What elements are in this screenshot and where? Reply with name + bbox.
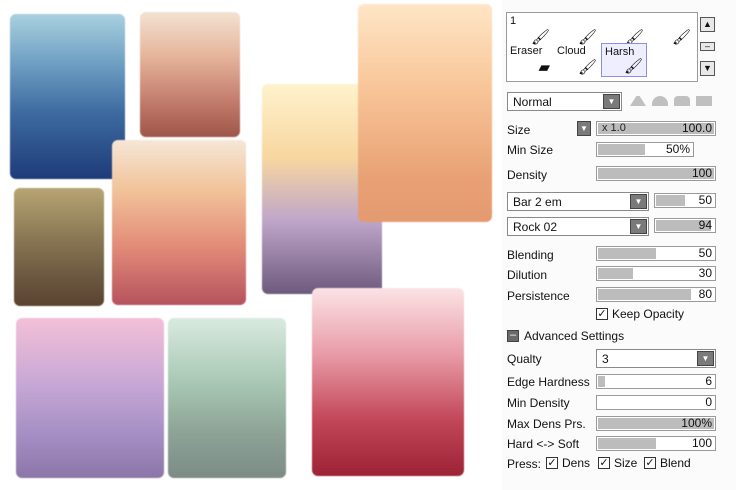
size-label: Size bbox=[507, 123, 531, 137]
blending-label: Blending bbox=[507, 248, 554, 262]
tool-slot-2[interactable]: 🖌 bbox=[554, 13, 600, 47]
eraser-icon: ▰ bbox=[538, 59, 550, 76]
size-range-dropdown[interactable]: ▼ bbox=[577, 121, 591, 136]
chevron-down-icon: ▼ bbox=[630, 219, 647, 234]
persistence-label: Persistence bbox=[507, 289, 570, 303]
size-multiplier: x 1.0 bbox=[602, 122, 626, 134]
hard-soft-value: 100 bbox=[691, 436, 712, 450]
min-density-slider[interactable]: 0 bbox=[596, 395, 716, 410]
min-size-label: Min Size bbox=[507, 143, 554, 157]
color-swatch-lilac bbox=[16, 318, 164, 478]
chevron-down-icon: ▼ bbox=[603, 94, 620, 109]
edge-hardness-value: 6 bbox=[705, 374, 712, 388]
tool-grid: 1 🖌 🖌 🖌 🖌 Eraser ▰ Cloud 🖌 Harsh 🖌 bbox=[506, 12, 698, 82]
hard-soft-label: Hard <-> Soft bbox=[507, 437, 580, 451]
min-size-value: 50% bbox=[665, 142, 690, 156]
slider-fill bbox=[598, 144, 645, 155]
scroll-menu-button[interactable]: – bbox=[700, 42, 715, 51]
tool-label: Cloud bbox=[557, 45, 586, 57]
shape-texture-value: 50 bbox=[698, 193, 712, 207]
painting-canvas[interactable] bbox=[0, 0, 500, 490]
color-swatch-orange bbox=[358, 4, 492, 222]
edge-hardness-label: Edge Hardness bbox=[507, 375, 590, 389]
min-density-label: Min Density bbox=[507, 396, 570, 410]
brush-texture-strength-slider[interactable]: 94 bbox=[654, 218, 716, 233]
color-swatch-peach-red bbox=[112, 140, 246, 305]
scroll-down-button[interactable]: ▼ bbox=[700, 61, 715, 76]
blending-value: 50 bbox=[698, 246, 712, 260]
brush-shape-square[interactable] bbox=[696, 96, 712, 106]
max-dens-prs-label: Max Dens Prs. bbox=[507, 417, 586, 431]
blend-mode-select[interactable]: Normal ▼ bbox=[507, 92, 622, 111]
shape-texture-name: Bar 2 em bbox=[513, 195, 562, 209]
tool-label: 1 bbox=[510, 15, 517, 27]
keep-opacity-label: Keep Opacity bbox=[612, 307, 685, 321]
chevron-down-icon: ▼ bbox=[630, 194, 647, 209]
brush-icon: 🖌 bbox=[671, 29, 691, 46]
size-slider[interactable]: x 1.0 100.0 bbox=[596, 121, 716, 136]
density-label: Density bbox=[507, 168, 548, 182]
press-label: Press: bbox=[507, 457, 542, 471]
min-density-value: 0 bbox=[705, 395, 712, 409]
quality-select[interactable]: 3 ▼ bbox=[596, 349, 716, 368]
collapse-icon[interactable]: – bbox=[507, 330, 519, 342]
brush-shape-round[interactable] bbox=[674, 96, 690, 106]
quality-value: 3 bbox=[602, 352, 609, 366]
min-size-slider[interactable]: 50% bbox=[596, 142, 694, 157]
chevron-down-icon: ▼ bbox=[697, 351, 714, 366]
brush-icon: 🖌 bbox=[623, 58, 643, 75]
edge-hardness-slider[interactable]: 6 bbox=[596, 374, 716, 389]
slider-fill bbox=[598, 268, 633, 279]
shape-texture-strength-slider[interactable]: 50 bbox=[654, 193, 716, 208]
slider-fill bbox=[656, 195, 685, 206]
color-swatch-blue bbox=[10, 14, 125, 179]
persistence-value: 80 bbox=[698, 287, 712, 301]
slider-fill bbox=[598, 289, 691, 300]
press-blend-label: Blend bbox=[660, 456, 691, 470]
slider-fill bbox=[598, 376, 605, 387]
dilution-slider[interactable]: 30 bbox=[596, 266, 716, 281]
scroll-up-button[interactable]: ▲ bbox=[700, 17, 715, 32]
brush-shape-soft[interactable] bbox=[652, 96, 668, 106]
press-dens-checkbox[interactable]: ✓ bbox=[546, 457, 558, 469]
press-dens-label: Dens bbox=[562, 456, 591, 470]
tool-slot-1[interactable]: 1 🖌 bbox=[507, 13, 553, 47]
color-swatch-sage bbox=[168, 318, 286, 478]
shape-texture-select[interactable]: Bar 2 em ▼ bbox=[507, 192, 649, 211]
tool-label: Harsh bbox=[605, 46, 635, 58]
brush-texture-select[interactable]: Rock 02 ▼ bbox=[507, 217, 649, 236]
press-size-label: Size bbox=[614, 456, 638, 470]
tool-label: Eraser bbox=[510, 45, 543, 57]
color-swatch-olive bbox=[14, 188, 104, 306]
tool-cloud[interactable]: Cloud 🖌 bbox=[554, 43, 600, 77]
color-swatch-brown-rose bbox=[140, 12, 240, 137]
brush-texture-name: Rock 02 bbox=[513, 220, 558, 234]
tool-slot-4[interactable]: 🖌 bbox=[648, 13, 694, 47]
advanced-settings-header[interactable]: Advanced Settings bbox=[524, 329, 624, 343]
brush-texture-value: 94 bbox=[698, 218, 712, 232]
slider-fill bbox=[598, 438, 656, 449]
blending-slider[interactable]: 50 bbox=[596, 246, 716, 261]
tool-slot-3[interactable]: 🖌 bbox=[601, 13, 647, 47]
density-slider[interactable]: 100 bbox=[596, 166, 716, 181]
tool-eraser[interactable]: Eraser ▰ bbox=[507, 43, 553, 77]
slider-fill bbox=[598, 248, 656, 259]
persistence-slider[interactable]: 80 bbox=[596, 287, 716, 302]
dilution-label: Dilution bbox=[507, 268, 548, 282]
keep-opacity-checkbox[interactable]: ✓ bbox=[596, 308, 608, 320]
quality-label: Qualty bbox=[507, 352, 542, 366]
size-value: 100.0 bbox=[681, 121, 712, 135]
press-blend-checkbox[interactable]: ✓ bbox=[644, 457, 656, 469]
brush-icon: 🖌 bbox=[577, 59, 597, 76]
blend-mode-value: Normal bbox=[513, 95, 552, 109]
max-dens-prs-slider[interactable]: 100% bbox=[596, 416, 716, 431]
color-swatch-crimson bbox=[312, 288, 464, 476]
max-dens-prs-value: 100% bbox=[681, 416, 712, 430]
dilution-value: 30 bbox=[698, 266, 712, 280]
press-size-checkbox[interactable]: ✓ bbox=[598, 457, 610, 469]
hard-soft-slider[interactable]: 100 bbox=[596, 436, 716, 451]
tool-harsh[interactable]: Harsh 🖌 bbox=[601, 43, 647, 77]
density-value: 100 bbox=[691, 166, 712, 180]
